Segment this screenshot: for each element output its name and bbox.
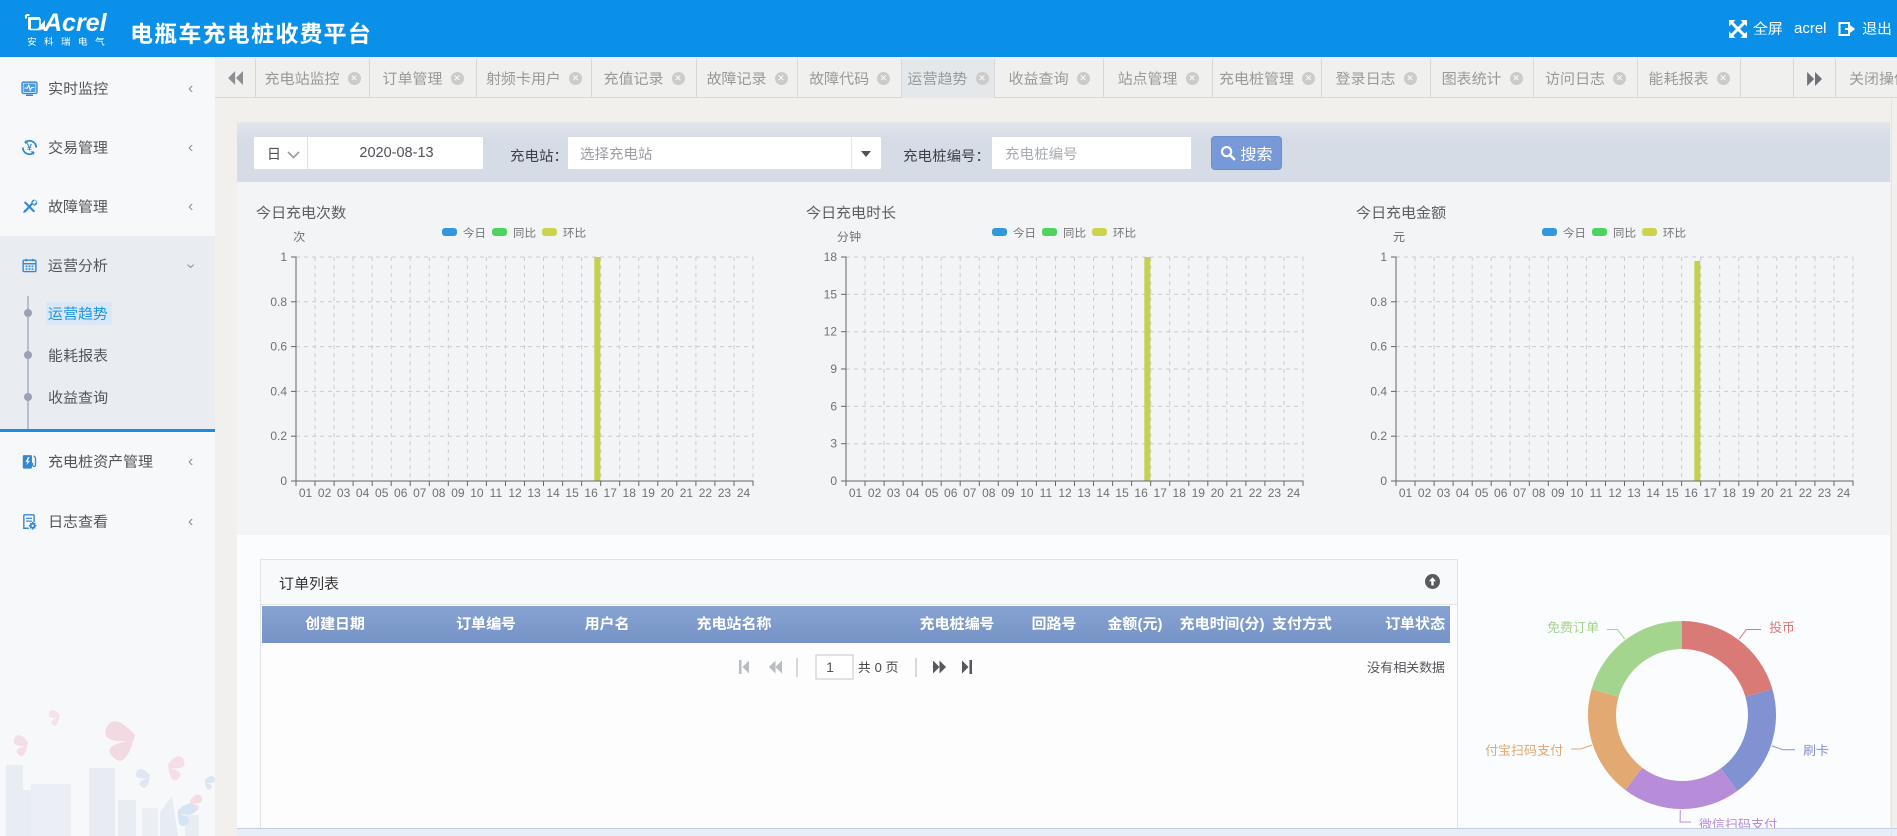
svg-text:投币: 投币 [1769, 620, 1795, 635]
svg-text:付宝扫码支付: 付宝扫码支付 [1485, 743, 1563, 758]
svg-text:刷卡: 刷卡 [1803, 743, 1829, 758]
svg-text:免费订单: 免费订单 [1547, 620, 1599, 635]
